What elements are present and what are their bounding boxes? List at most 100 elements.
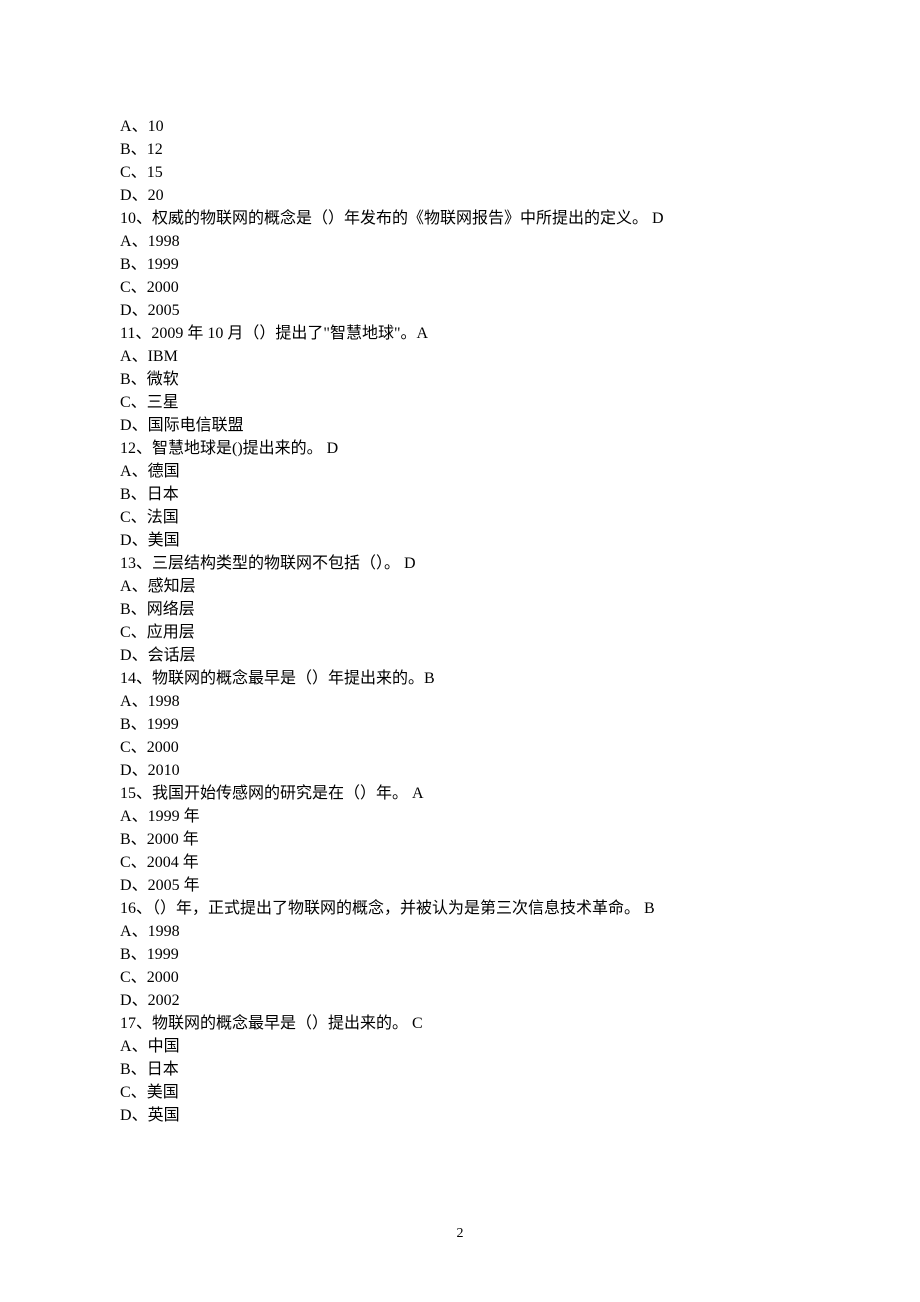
- question-stem: 16、（）年，正式提出了物联网的概念，并被认为是第三次信息技术革命。 B: [120, 897, 800, 920]
- option-separator: 、: [131, 509, 147, 526]
- question-option: B、1999: [120, 253, 800, 276]
- option-separator: 、: [132, 233, 148, 250]
- option-text: 2002: [148, 992, 180, 1009]
- option-text: 网络层: [147, 601, 195, 618]
- option-text: 10: [148, 118, 164, 135]
- option-text: 美国: [148, 532, 180, 549]
- question-option: C、三星: [120, 391, 800, 414]
- option-label: C: [120, 969, 131, 986]
- option-text: 2004 年: [147, 854, 199, 871]
- question-option: D、20: [120, 184, 800, 207]
- option-text: 英国: [148, 1107, 180, 1124]
- option-label: C: [120, 854, 131, 871]
- option-label: D: [120, 1107, 132, 1124]
- option-label: C: [120, 509, 131, 526]
- option-text: 微软: [147, 371, 179, 388]
- option-label: B: [120, 716, 131, 733]
- option-text: 1999: [147, 946, 179, 963]
- option-label: B: [120, 141, 131, 158]
- option-separator: 、: [132, 302, 148, 319]
- option-label: A: [120, 463, 132, 480]
- option-separator: 、: [132, 808, 148, 825]
- option-label: A: [120, 923, 132, 940]
- option-label: C: [120, 624, 131, 641]
- document-page: A、10B、12C、15D、2010、权威的物联网的概念是（）年发布的《物联网报…: [0, 0, 920, 1302]
- question-option: A、1998: [120, 690, 800, 713]
- question-option: C、15: [120, 161, 800, 184]
- question-option: A、1999 年: [120, 805, 800, 828]
- question-option: B、1999: [120, 713, 800, 736]
- option-separator: 、: [131, 1084, 147, 1101]
- question-option: A、感知层: [120, 575, 800, 598]
- question-option: B、日本: [120, 483, 800, 506]
- option-separator: 、: [132, 118, 148, 135]
- option-text: 美国: [147, 1084, 179, 1101]
- option-text: 1998: [148, 693, 180, 710]
- option-separator: 、: [132, 762, 148, 779]
- option-text: 2000 年: [147, 831, 199, 848]
- option-text: 2000: [147, 279, 179, 296]
- option-separator: 、: [131, 854, 147, 871]
- option-separator: 、: [131, 279, 147, 296]
- option-text: 三星: [147, 394, 179, 411]
- option-separator: 、: [131, 716, 147, 733]
- question-option: B、微软: [120, 368, 800, 391]
- question-option: C、美国: [120, 1081, 800, 1104]
- option-label: D: [120, 417, 132, 434]
- option-label: B: [120, 256, 131, 273]
- option-label: D: [120, 187, 132, 204]
- question-option: D、2005 年: [120, 874, 800, 897]
- option-separator: 、: [132, 578, 148, 595]
- option-separator: 、: [131, 141, 147, 158]
- option-text: 会话层: [148, 647, 196, 664]
- option-text: 20: [148, 187, 164, 204]
- option-separator: 、: [132, 877, 148, 894]
- option-separator: 、: [131, 946, 147, 963]
- option-text: 15: [147, 164, 163, 181]
- option-text: 2005 年: [148, 877, 200, 894]
- option-label: A: [120, 1038, 132, 1055]
- option-separator: 、: [132, 992, 148, 1009]
- option-label: D: [120, 302, 132, 319]
- question-option: C、2000: [120, 736, 800, 759]
- option-text: 1999 年: [148, 808, 200, 825]
- question-option: D、美国: [120, 529, 800, 552]
- option-label: C: [120, 394, 131, 411]
- question-option: B、网络层: [120, 598, 800, 621]
- question-option: B、12: [120, 138, 800, 161]
- option-separator: 、: [131, 739, 147, 756]
- option-text: 1998: [148, 923, 180, 940]
- option-label: C: [120, 1084, 131, 1101]
- question-option: B、2000 年: [120, 828, 800, 851]
- question-option: D、英国: [120, 1104, 800, 1127]
- option-separator: 、: [132, 1038, 148, 1055]
- question-option: C、应用层: [120, 621, 800, 644]
- option-text: 12: [147, 141, 163, 158]
- option-label: D: [120, 762, 132, 779]
- option-label: A: [120, 693, 132, 710]
- option-label: A: [120, 808, 132, 825]
- option-separator: 、: [132, 532, 148, 549]
- question-option: A、中国: [120, 1035, 800, 1058]
- option-separator: 、: [131, 1061, 147, 1078]
- question-stem: 11、2009 年 10 月（）提出了"智慧地球"。A: [120, 322, 800, 345]
- question-option: C、2000: [120, 966, 800, 989]
- question-option: B、日本: [120, 1058, 800, 1081]
- question-stem: 17、物联网的概念最早是（）提出来的。 C: [120, 1012, 800, 1035]
- option-label: D: [120, 992, 132, 1009]
- option-label: C: [120, 279, 131, 296]
- option-text: 2010: [148, 762, 180, 779]
- option-label: B: [120, 1061, 131, 1078]
- question-option: A、1998: [120, 230, 800, 253]
- option-text: 中国: [148, 1038, 180, 1055]
- option-separator: 、: [132, 348, 148, 365]
- question-stem: 15、我国开始传感网的研究是在（）年。 A: [120, 782, 800, 805]
- question-option: C、法国: [120, 506, 800, 529]
- option-text: 1998: [148, 233, 180, 250]
- question-stem: 13、三层结构类型的物联网不包括（）。 D: [120, 552, 800, 575]
- option-label: D: [120, 647, 132, 664]
- option-text: 感知层: [148, 578, 196, 595]
- option-label: B: [120, 486, 131, 503]
- question-option: D、2002: [120, 989, 800, 1012]
- option-label: A: [120, 578, 132, 595]
